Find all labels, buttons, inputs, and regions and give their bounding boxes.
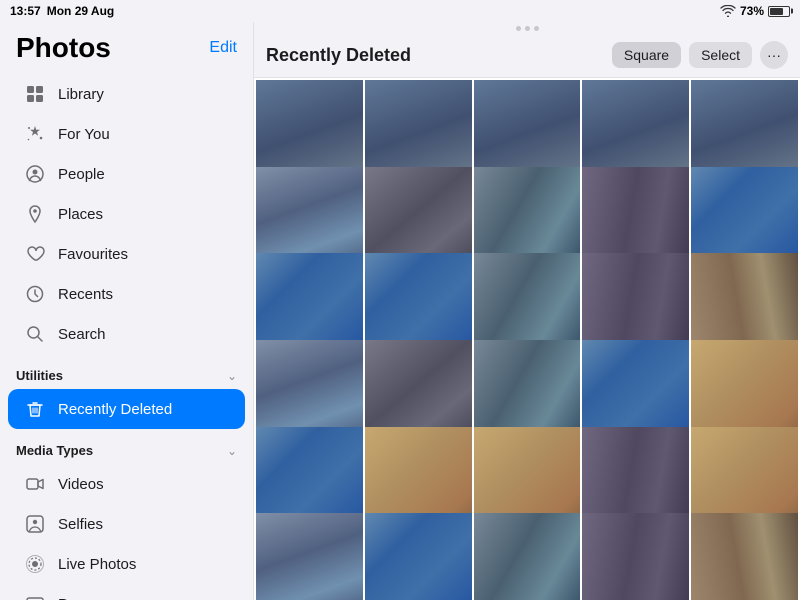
person-circle-icon — [24, 163, 46, 185]
library-label: Library — [58, 86, 104, 103]
panoramas-label: Panoramas — [58, 596, 135, 600]
dots-indicator — [254, 22, 800, 33]
favourites-label: Favourites — [58, 246, 128, 263]
select-button[interactable]: Select — [689, 42, 752, 68]
main-nav-section: Library For You — [0, 70, 253, 358]
selfies-label: Selfies — [58, 516, 103, 533]
sidebar-header: Photos Edit — [0, 22, 253, 70]
date: Mon 29 Aug — [47, 4, 115, 18]
sidebar-title: Photos — [16, 32, 111, 64]
sidebar-item-people[interactable]: People — [8, 154, 245, 194]
panorama-icon — [24, 593, 46, 600]
content-title: Recently Deleted — [266, 45, 411, 66]
utilities-section: Recently Deleted — [0, 385, 253, 433]
time: 13:57 — [10, 4, 41, 18]
search-label: Search — [58, 326, 106, 343]
media-types-chevron-icon: ⌄ — [227, 444, 237, 458]
search-icon — [24, 323, 46, 345]
live-photos-icon — [24, 553, 46, 575]
content-area: Recently Deleted Square Select ··· — [254, 22, 800, 600]
more-button[interactable]: ··· — [760, 41, 788, 69]
sidebar-item-live-photos[interactable]: Live Photos — [8, 544, 245, 584]
heart-icon — [24, 243, 46, 265]
person-square-icon — [24, 513, 46, 535]
photo-cell[interactable] — [691, 513, 798, 600]
sidebar-item-places[interactable]: Places — [8, 194, 245, 234]
sidebar-item-recently-deleted[interactable]: Recently Deleted — [8, 389, 245, 429]
battery-percentage: 73% — [740, 4, 764, 18]
photo-cell[interactable] — [256, 513, 363, 600]
status-right: 73% — [720, 4, 790, 18]
sidebar: Photos Edit Library — [0, 22, 254, 600]
dot-3 — [534, 26, 539, 31]
status-bar: 13:57 Mon 29 Aug 73% — [0, 0, 800, 22]
for-you-label: For You — [58, 126, 110, 143]
sidebar-item-selfies[interactable]: Selfies — [8, 504, 245, 544]
header-buttons: Square Select ··· — [612, 41, 788, 69]
content-header: Recently Deleted Square Select ··· — [254, 33, 800, 78]
sidebar-item-search[interactable]: Search — [8, 314, 245, 354]
clock-icon — [24, 283, 46, 305]
live-photos-label: Live Photos — [58, 556, 136, 573]
sidebar-item-for-you[interactable]: For You — [8, 114, 245, 154]
utilities-section-header: Utilities ⌄ — [0, 358, 253, 385]
battery-icon — [768, 6, 790, 17]
trash-icon — [24, 398, 46, 420]
utilities-label: Utilities — [16, 368, 63, 383]
map-pin-icon — [24, 203, 46, 225]
sidebar-item-videos[interactable]: Videos — [8, 464, 245, 504]
square-button[interactable]: Square — [612, 42, 681, 68]
media-types-label: Media Types — [16, 443, 93, 458]
sidebar-item-panoramas[interactable]: Panoramas — [8, 584, 245, 600]
video-icon — [24, 473, 46, 495]
photo-cell[interactable] — [365, 513, 472, 600]
edit-button[interactable]: Edit — [209, 39, 237, 57]
sidebar-item-library[interactable]: Library — [8, 74, 245, 114]
media-types-section: Videos Selfies — [0, 460, 253, 600]
recently-deleted-label: Recently Deleted — [58, 401, 172, 418]
photo-cell[interactable] — [474, 513, 581, 600]
videos-label: Videos — [58, 476, 104, 493]
places-label: Places — [58, 206, 103, 223]
photo-grid — [254, 78, 800, 600]
grid-icon — [24, 83, 46, 105]
people-label: People — [58, 166, 105, 183]
wifi-icon — [720, 5, 736, 17]
dot-2 — [525, 26, 530, 31]
photo-cell[interactable] — [582, 513, 689, 600]
sidebar-item-recents[interactable]: Recents — [8, 274, 245, 314]
media-types-section-header: Media Types ⌄ — [0, 433, 253, 460]
sidebar-item-favourites[interactable]: Favourites — [8, 234, 245, 274]
recents-label: Recents — [58, 286, 113, 303]
dot-1 — [516, 26, 521, 31]
sparkles-icon — [24, 123, 46, 145]
utilities-chevron-icon: ⌄ — [227, 369, 237, 383]
status-left: 13:57 Mon 29 Aug — [10, 4, 114, 18]
